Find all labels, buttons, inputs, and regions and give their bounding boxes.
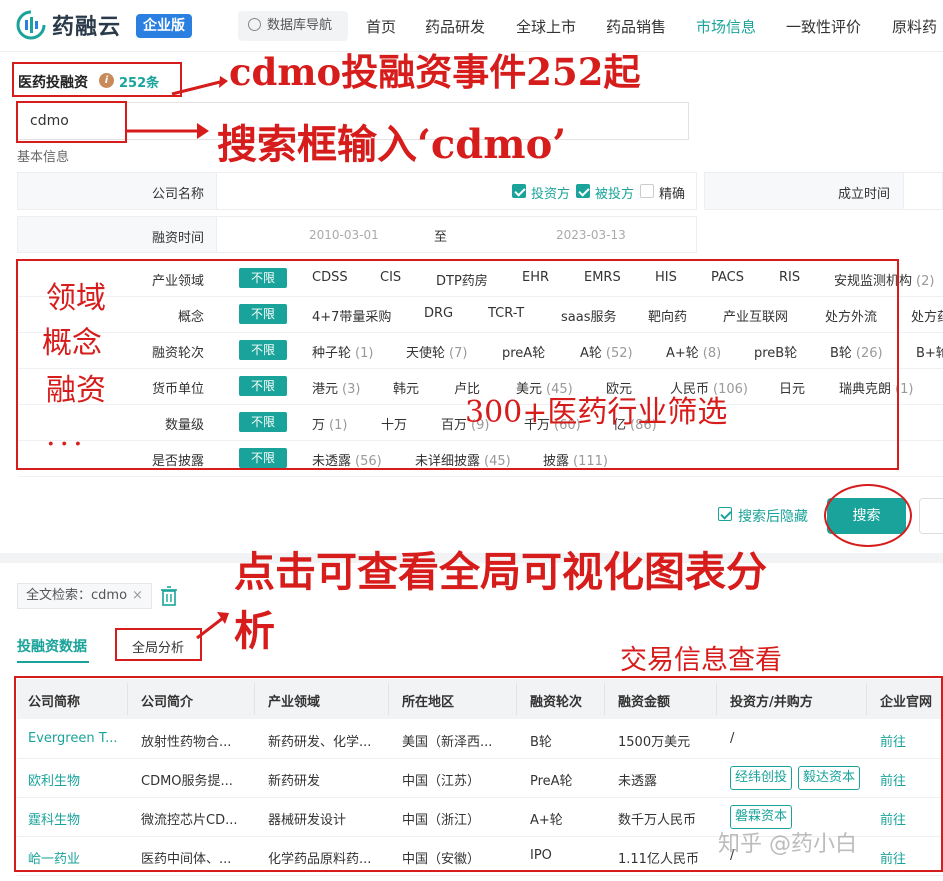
annotation-concept: 概念 <box>42 326 102 361</box>
investee-checkbox-label[interactable]: 被投方 <box>595 183 634 202</box>
annotation-filter-count: 300+医药行业筛选 <box>465 395 728 430</box>
annotation-field: 领域 <box>46 281 106 316</box>
search-chip-label: 全文检索：cdmo <box>26 588 128 603</box>
established-label: 成立时间 <box>837 187 890 202</box>
watermark: 知乎 @药小白 <box>718 832 857 857</box>
page-title: 医药投融资 <box>18 75 88 91</box>
filter-option[interactable]: B+轮 <box>916 342 943 361</box>
tab-active-indicator <box>17 661 89 663</box>
annotation-box-filters <box>16 259 899 470</box>
trash-icon[interactable] <box>160 586 178 606</box>
exact-checkbox-label[interactable]: 精确 <box>659 183 685 202</box>
date-to[interactable]: 2023-03-13 <box>556 228 626 242</box>
hide-after-search-label[interactable]: 搜索后隐藏 <box>738 506 808 526</box>
investee-checkbox[interactable] <box>576 184 590 198</box>
date-separator: 至 <box>434 230 448 245</box>
database-nav-button[interactable]: 数据库导航 <box>238 11 348 41</box>
filter-row-divider <box>18 476 943 477</box>
search-chip[interactable]: 全文检索：cdmo × <box>17 583 152 609</box>
edition-badge: 企业版 <box>136 14 192 38</box>
nav-item-home[interactable]: 首页 <box>366 16 396 37</box>
filter-option-count: (2) <box>916 274 935 289</box>
financing-time-label: 融资时间 <box>151 231 204 246</box>
nav-item-market-info[interactable]: 市场信息 <box>696 16 756 37</box>
reset-button[interactable] <box>919 498 943 534</box>
row-divider <box>17 875 943 876</box>
annotation-box-search <box>16 101 127 143</box>
annotation-financing: 融资 <box>46 373 106 408</box>
hide-after-search-checkbox[interactable] <box>718 507 732 521</box>
tab-financing-data[interactable]: 投融资数据 <box>17 636 87 656</box>
close-icon[interactable]: × <box>132 588 143 603</box>
annotation-transaction-info: 交易信息查看 <box>620 645 782 676</box>
annotation-ellipsis: ... <box>46 418 87 453</box>
nav-item-global-launch[interactable]: 全球上市 <box>516 16 576 37</box>
filter-option-label: B+轮 <box>916 346 943 361</box>
annotation-circle-search <box>824 484 912 547</box>
result-count: 252条 <box>119 76 160 91</box>
logo-text[interactable]: 药融云 <box>52 9 121 41</box>
annotation-arrow-icon <box>125 123 209 139</box>
info-icon[interactable]: i <box>99 73 114 88</box>
nav-item-drug-rd[interactable]: 药品研发 <box>425 16 485 37</box>
basic-info-label: 基本信息 <box>17 150 70 165</box>
filter-option-label: 处方药 <box>911 310 943 325</box>
annotation-box-tab <box>115 628 202 661</box>
logo-icon <box>16 10 46 40</box>
compass-icon <box>248 18 261 31</box>
annotation-global-analysis-2: 析 <box>234 607 275 655</box>
database-nav-label: 数据库导航 <box>267 18 333 33</box>
established-input[interactable] <box>903 172 943 210</box>
exact-checkbox[interactable] <box>640 184 654 198</box>
nav-item-drug-sales[interactable]: 药品销售 <box>606 16 666 37</box>
annotation-arrow-icon <box>171 76 228 96</box>
nav-item-api[interactable]: 原料药 <box>892 16 937 37</box>
investor-checkbox[interactable] <box>512 184 526 198</box>
annotation-global-analysis: 点击可查看全局可视化图表分 <box>234 548 767 596</box>
annotation-event-count: cdmo投融资事件252起 <box>229 50 641 94</box>
company-name-label: 公司名称 <box>151 187 204 202</box>
annotation-search-hint: 搜索框输入‘cdmo’ <box>217 121 567 168</box>
nav-item-consistency-eval[interactable]: 一致性评价 <box>786 16 861 37</box>
investor-checkbox-label[interactable]: 投资方 <box>531 183 570 202</box>
date-from[interactable]: 2010-03-01 <box>309 228 379 242</box>
filter-option[interactable]: 处方药 <box>911 306 943 325</box>
